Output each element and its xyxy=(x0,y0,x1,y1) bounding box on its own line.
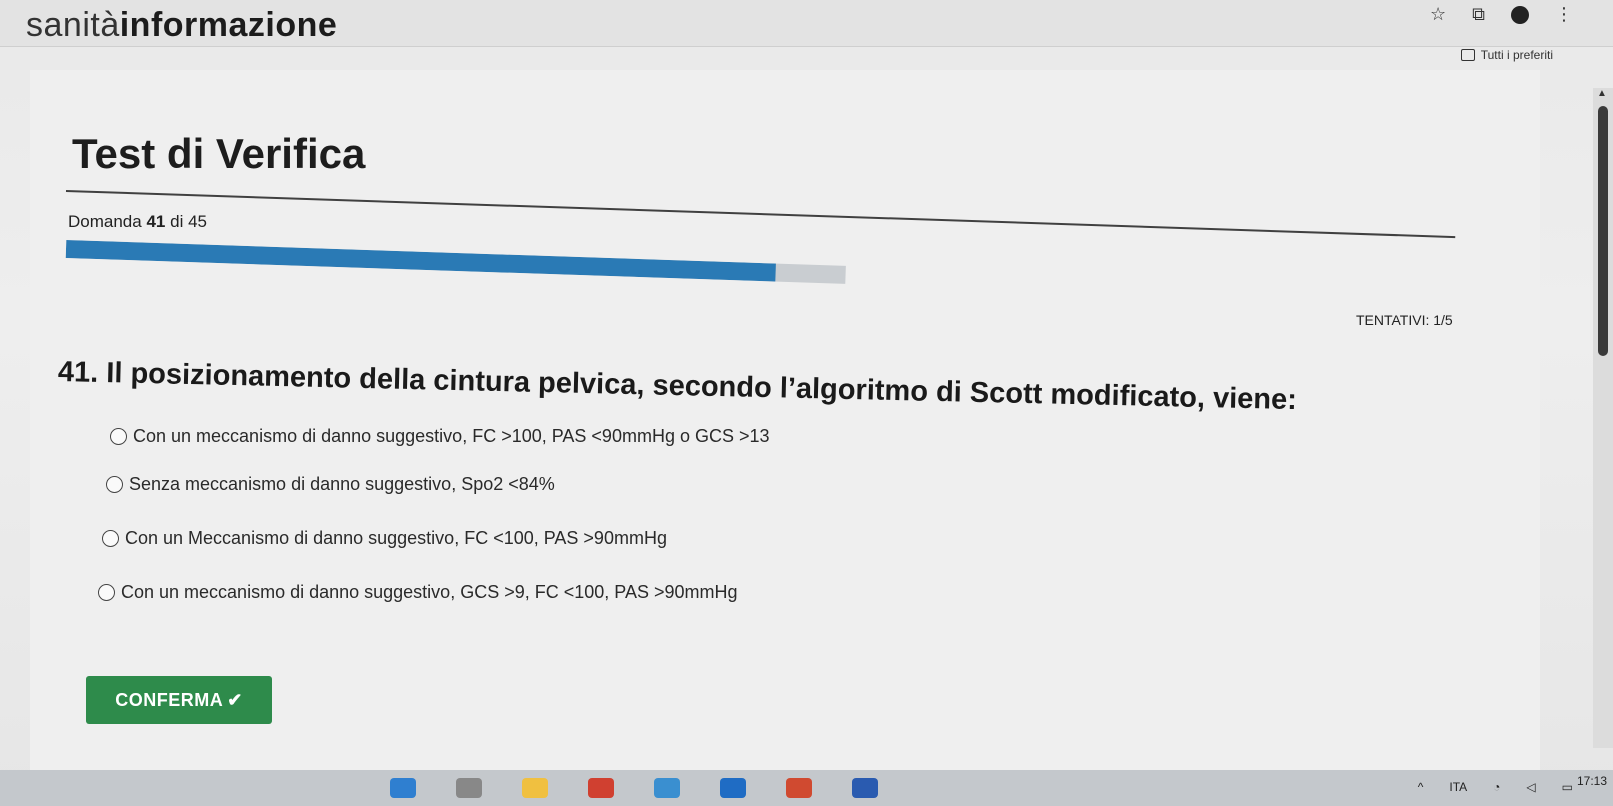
brand-bold-text: informazione xyxy=(119,6,338,44)
answer-option-2[interactable]: Senza meccanismo di danno suggestivo, Sp… xyxy=(106,474,555,495)
page: sanitàinformazione ☆ ⧉ ⋮ Tutti i preferi… xyxy=(0,0,1613,806)
answer-option-3[interactable]: Con un Meccanismo di danno suggestivo, F… xyxy=(102,528,667,549)
search-app-icon[interactable] xyxy=(456,778,482,798)
powerpoint-app-icon[interactable] xyxy=(786,778,812,798)
star-icon[interactable]: ☆ xyxy=(1430,4,1446,25)
radio-button[interactable] xyxy=(102,530,119,547)
folder-icon xyxy=(1460,49,1475,61)
answer-option-1[interactable]: Con un meccanismo di danno suggestivo, F… xyxy=(110,426,770,447)
wifi-icon[interactable]: ◔ xyxy=(1493,780,1500,794)
browser-actions: ☆ ⧉ ⋮ xyxy=(1430,4,1573,25)
counter-separator: di xyxy=(170,212,184,231)
volume-icon[interactable]: ◁ xyxy=(1526,780,1535,794)
confirm-button[interactable]: CONFERMA ✔ xyxy=(86,676,272,724)
question-counter: Domanda 41 di 45 xyxy=(68,212,207,232)
answer-option-label: Con un Meccanismo di danno suggestivo, F… xyxy=(125,528,667,548)
toolbar-divider xyxy=(0,46,1613,47)
chrome-app-icon[interactable] xyxy=(588,778,614,798)
counter-total: 45 xyxy=(188,212,207,231)
start-app-icon[interactable] xyxy=(390,778,416,798)
more-menu-icon[interactable]: ⋮ xyxy=(1555,4,1573,25)
system-tray: ^ ITA ◔ ◁ ▭ xyxy=(1418,780,1573,794)
taskbar-apps xyxy=(390,778,878,798)
answer-option-label: Senza meccanismo di danno suggestivo, Sp… xyxy=(129,474,555,494)
page-scrollbar[interactable]: ▲ xyxy=(1593,88,1613,748)
attempts-counter: TENTATIVI: 1/5 xyxy=(1356,312,1453,328)
radio-button[interactable] xyxy=(110,428,127,445)
profile-avatar-icon[interactable] xyxy=(1511,5,1529,24)
store-app-icon[interactable] xyxy=(654,778,680,798)
checkmark-icon: ✔ xyxy=(227,689,243,710)
counter-current: 41 xyxy=(146,212,166,231)
battery-icon[interactable]: ▭ xyxy=(1562,780,1573,794)
scroll-up-arrow-icon[interactable]: ▲ xyxy=(1597,88,1607,99)
extensions-icon[interactable]: ⧉ xyxy=(1472,4,1485,25)
page-title: Test di Verifica xyxy=(72,130,366,177)
answer-option-label: Con un meccanismo di danno suggestivo, G… xyxy=(121,582,738,602)
brand-faded-text: sanità xyxy=(26,6,120,44)
language-indicator[interactable]: ITA xyxy=(1449,780,1467,794)
scroll-thumb[interactable] xyxy=(1598,106,1608,356)
bookmarks-label: Tutti i preferiti xyxy=(1480,48,1553,62)
chevron-up-icon[interactable]: ^ xyxy=(1418,780,1424,794)
site-logo[interactable]: sanitàinformazione xyxy=(26,6,337,45)
browser-toolbar: sanitàinformazione ☆ ⧉ ⋮ xyxy=(0,0,1613,46)
clock[interactable]: 17:13 xyxy=(1577,774,1607,788)
files-app-icon[interactable] xyxy=(522,778,548,798)
confirm-label: CONFERMA xyxy=(115,689,224,710)
bookmarks-bar[interactable]: Tutti i preferiti xyxy=(1460,48,1553,62)
radio-button[interactable] xyxy=(106,476,123,493)
os-taskbar: ^ ITA ◔ ◁ ▭ xyxy=(0,770,1613,806)
radio-button[interactable] xyxy=(98,584,115,601)
answer-option-label: Con un meccanismo di danno suggestivo, F… xyxy=(133,426,770,446)
counter-prefix: Domanda xyxy=(68,212,142,231)
answer-option-4[interactable]: Con un meccanismo di danno suggestivo, G… xyxy=(98,582,737,603)
word-app-icon[interactable] xyxy=(852,778,878,798)
outlook-app-icon[interactable] xyxy=(720,778,746,798)
